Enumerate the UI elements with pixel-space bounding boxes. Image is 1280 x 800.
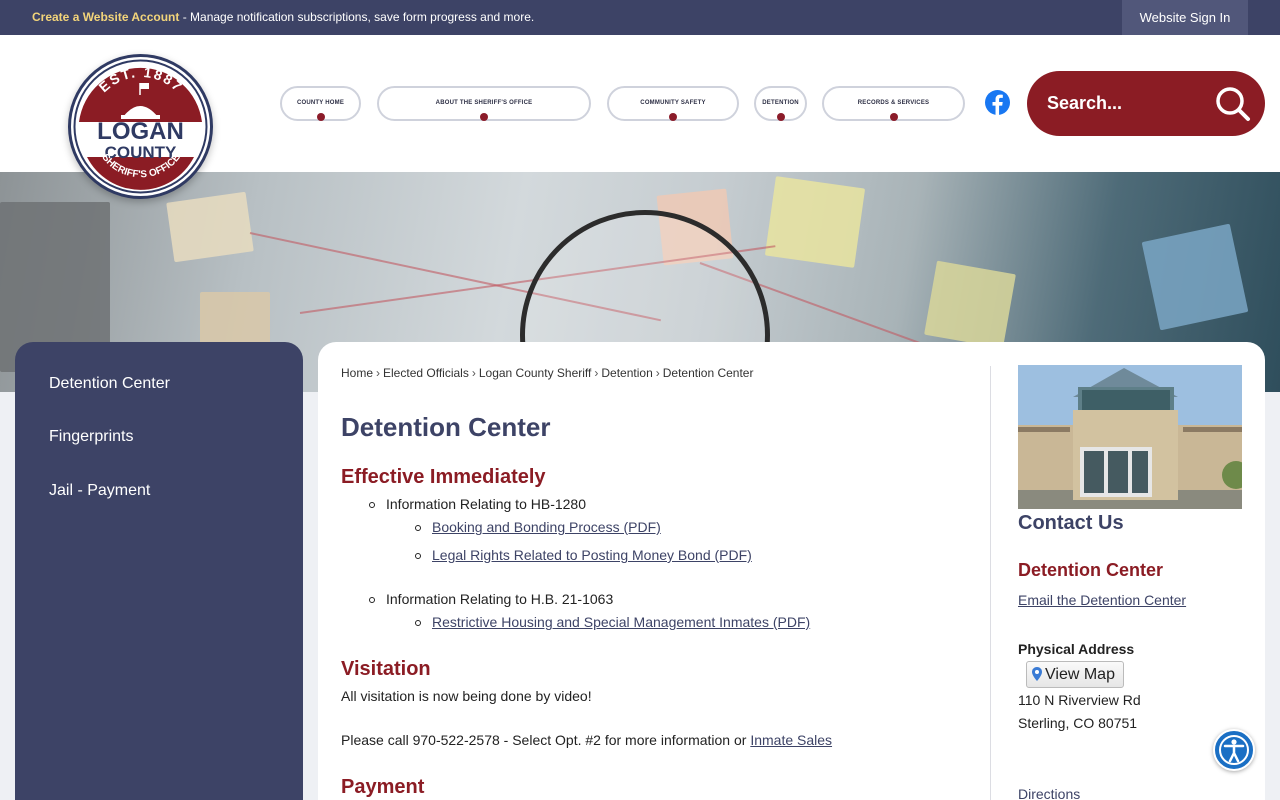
view-map-label: View Map [1045, 666, 1115, 683]
restrictive-housing-pdf-link[interactable]: Restrictive Housing and Special Manageme… [432, 614, 810, 630]
address-city: Sterling, CO 80751 [1018, 715, 1138, 731]
effective-immediately-heading: Effective Immediately [341, 466, 546, 488]
breadcrumb-separator: › [655, 366, 660, 380]
directions-link[interactable]: Directions [1018, 786, 1080, 800]
booking-bonding-pdf-link[interactable]: Booking and Bonding Process (PDF) [432, 519, 661, 535]
sidebar-item-jail-payment[interactable]: Jail - Payment [49, 482, 150, 500]
sidebar-item-fingerprints[interactable]: Fingerprints [49, 428, 133, 446]
nav-detention[interactable]: Detention [754, 86, 807, 121]
nav-dot [480, 113, 488, 121]
visitation-call-text: Please call 970-522-2578 - Select Opt. #… [341, 732, 832, 748]
physical-address-label: Physical Address [1018, 641, 1135, 657]
breadcrumb-detention[interactable]: Detention [601, 366, 652, 380]
breadcrumb-logan-county-sheriff[interactable]: Logan County Sheriff [479, 366, 592, 380]
nav-label: Detention [762, 100, 799, 106]
payment-heading: Payment [341, 776, 425, 798]
breadcrumb-elected-officials[interactable]: Elected Officials [383, 366, 469, 380]
bullet-icon [415, 553, 421, 559]
account-message: Create a Website Account - Manage notifi… [32, 10, 534, 24]
bullet-icon [415, 525, 421, 531]
main-content: Home › Elected Officials › Logan County Sher… [318, 342, 1265, 800]
inmate-sales-link[interactable]: Inmate Sales [750, 732, 832, 748]
view-map-button[interactable]: View Map [1026, 661, 1124, 688]
breadcrumb-separator: › [594, 366, 599, 380]
contact-name: Detention Center [1018, 560, 1164, 580]
logan-county-sheriff-logo[interactable]: EST. 1887 LOGAN COUNTY SHERIFF'S OFFICE [68, 54, 213, 199]
search-placeholder: Search... [1047, 93, 1123, 113]
nav-label: Records & Services [857, 100, 930, 106]
nav-label: Community Safety [640, 100, 706, 106]
hb-21-1063-item: Information Relating to H.B. 21-1063 [386, 591, 614, 607]
bullet-icon [369, 502, 375, 508]
visitation-video-text: All visitation is now being done by vide… [341, 688, 592, 704]
detention-center-building-photo [1018, 365, 1242, 509]
nav-label: About the Sheriff's Office [435, 100, 533, 106]
breadcrumb-separator: › [471, 366, 476, 380]
nav-dot [776, 113, 785, 121]
page-title: Detention Center [341, 412, 551, 442]
search-icon[interactable] [1215, 86, 1251, 122]
nav-community-safety[interactable]: Community Safety [607, 86, 739, 121]
create-account-link[interactable]: Create a Website Account [32, 10, 179, 24]
breadcrumb-home[interactable]: Home [341, 366, 373, 380]
contact-us-heading: Contact Us [1018, 512, 1124, 534]
visitation-call-copy: Please call 970-522-2578 - Select Opt. #… [341, 732, 747, 748]
visitation-heading: Visitation [341, 658, 431, 680]
address-street: 110 N Riverview Rd [1018, 692, 1141, 708]
bullet-icon [369, 597, 375, 603]
accessibility-icon[interactable] [1213, 729, 1255, 771]
breadcrumb-detention-center[interactable]: Detention Center [663, 366, 754, 380]
column-divider [990, 366, 991, 800]
map-pin-icon [1032, 667, 1042, 681]
legal-rights-pdf-link[interactable]: Legal Rights Related to Posting Money Bo… [432, 547, 752, 563]
website-sign-in-button[interactable]: Website Sign In [1122, 0, 1248, 35]
logo-logan-text: LOGAN [97, 118, 184, 145]
nav-dot [669, 113, 677, 121]
facebook-icon[interactable] [985, 90, 1010, 115]
logo-county-text: COUNTY [105, 143, 177, 162]
sidebar-nav: Detention Center Fingerprints Jail - Pay… [15, 342, 303, 800]
breadcrumb: Home › Elected Officials › Logan County Sher… [341, 366, 753, 380]
breadcrumb-separator: › [376, 366, 381, 380]
account-message-text: - Manage notification subscriptions, sav… [179, 10, 535, 24]
nav-dot [316, 113, 325, 121]
nav-label: County Home [296, 100, 345, 106]
bullet-icon [415, 620, 421, 626]
top-bar: Create a Website Account - Manage notifi… [0, 0, 1280, 35]
nav-county-home[interactable]: County Home [280, 86, 361, 121]
email-detention-center-link[interactable]: Email the Detention Center [1018, 592, 1186, 608]
nav-dot [889, 113, 898, 121]
nav-about-sheriffs-office[interactable]: About the Sheriff's Office [377, 86, 591, 121]
search-input[interactable]: Search... [1027, 71, 1265, 136]
sidebar-item-detention-center[interactable]: Detention Center [49, 375, 170, 393]
hb-1280-item: Information Relating to HB-1280 [386, 496, 586, 512]
nav-records-services[interactable]: Records & Services [822, 86, 965, 121]
